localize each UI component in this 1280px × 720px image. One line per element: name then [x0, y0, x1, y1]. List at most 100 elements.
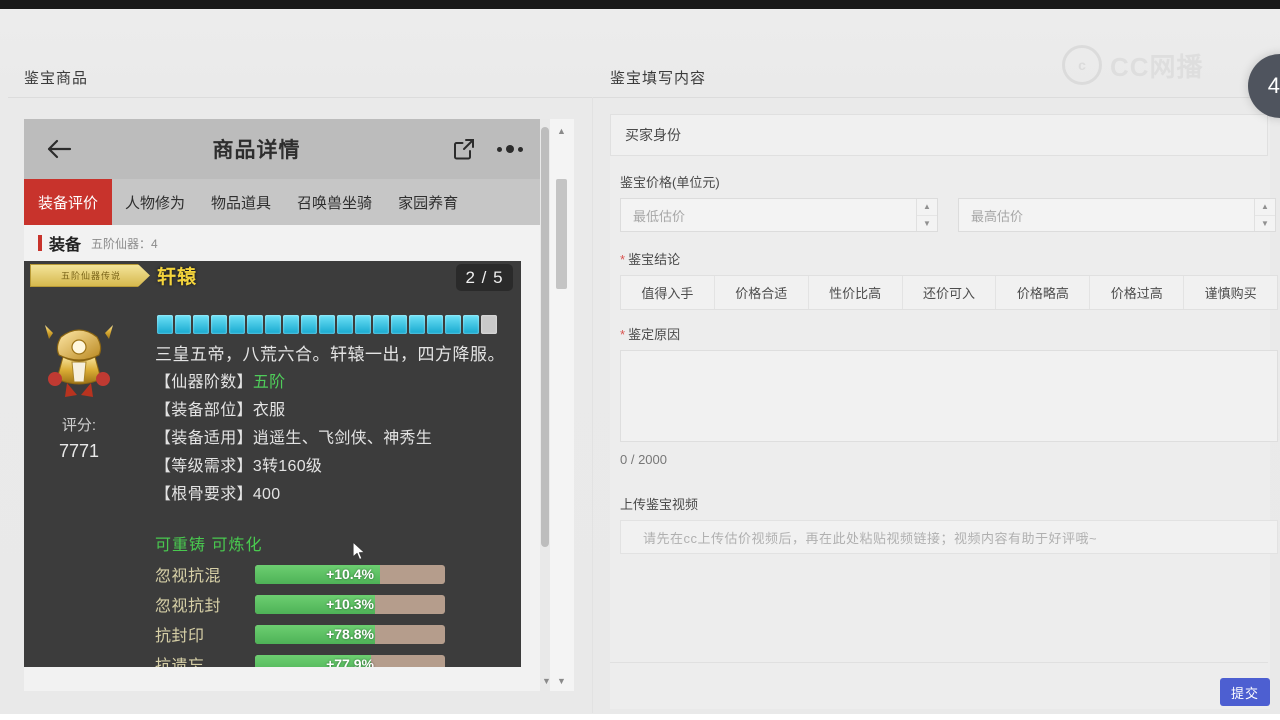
- tab-items-props[interactable]: 物品道具: [198, 179, 284, 225]
- item-score-value: 7771: [58, 441, 100, 461]
- cc-watermark: c CC网播: [1062, 45, 1204, 85]
- attribute-row: 【装备适用】逍遥生、飞剑侠、神秀生: [155, 425, 521, 453]
- video-letterbox-bottom: [0, 714, 1280, 720]
- segment: [247, 315, 263, 334]
- equipment-section-header: 装备 五阶仙器：4: [24, 225, 543, 261]
- outer-scrollbar-thumb[interactable]: [556, 179, 567, 289]
- cc-watermark-text: CC网播: [1110, 51, 1204, 82]
- tab-pets-mounts[interactable]: 召唤兽坐骑: [284, 179, 385, 225]
- attribute-row: 【仙器阶数】五阶: [155, 369, 521, 397]
- category-tabs: 装备评价 人物修为 物品道具 召唤兽坐骑 家园养育: [24, 179, 543, 225]
- stat-bar: +10.3%: [255, 594, 445, 614]
- video-url-input[interactable]: 请先在cc上传估价视频后，再在此处粘贴视频链接；视频内容有助于好评哦~: [620, 520, 1278, 554]
- rank-banner: 五阶仙器传说: [30, 264, 150, 287]
- segment: [211, 315, 227, 334]
- attribute-row: 【装备部位】衣服: [155, 397, 521, 425]
- mouse-cursor-icon: [352, 541, 366, 561]
- segment: [175, 315, 191, 334]
- segment-empty: [481, 315, 497, 334]
- conclusion-option-worth-buying[interactable]: 值得入手: [621, 276, 715, 309]
- tab-equipment-review[interactable]: 装备评价: [24, 179, 113, 225]
- stat-value: +78.8%: [326, 626, 374, 642]
- product-detail-preview: 商品详情 装备评价 人物修为 物品道具 召唤兽坐骑 家园养育 装备 五阶仙器：4…: [24, 119, 543, 691]
- item-stat-list: 忽视抗混 +10.4% 忽视抗封 +10.3% 抗封印 +78.8% 抗遗忘 +…: [155, 559, 515, 667]
- segment: [229, 315, 245, 334]
- conclusion-field-group: 鉴宝结论 值得入手 价格合适 性价比高 还价可入 价格略高 价格过高 谨慎购买: [620, 249, 1278, 310]
- item-attributes: 【仙器阶数】五阶 【装备部位】衣服 【装备适用】逍遥生、飞剑侠、神秀生 【等级需…: [155, 369, 521, 509]
- segment: [373, 315, 389, 334]
- header-divider: [8, 97, 1270, 98]
- attribute-value: 400: [252, 486, 281, 503]
- conclusion-option-slightly-high[interactable]: 价格略高: [996, 276, 1091, 309]
- attribute-key: 【装备适用】: [155, 430, 253, 447]
- inner-scroll-down-arrow-icon[interactable]: ▼: [541, 675, 552, 686]
- attribute-key: 【装备部位】: [155, 402, 253, 419]
- tab-homestead[interactable]: 家园养育: [385, 179, 471, 225]
- segment: [463, 315, 479, 334]
- stepper-up-icon[interactable]: ▲: [917, 199, 937, 216]
- min-price-input[interactable]: 最低估价 ▲ ▼: [620, 198, 938, 232]
- share-external-icon[interactable]: [449, 134, 479, 164]
- conclusion-option-fair-price[interactable]: 价格合适: [715, 276, 809, 309]
- segment: [445, 315, 461, 334]
- reason-field-group: 鉴定原因 0 / 2000: [620, 324, 1278, 467]
- phone-navbar: 商品详情: [24, 119, 543, 179]
- stepper-up-icon[interactable]: ▲: [1255, 199, 1275, 216]
- buyer-identity-field[interactable]: 买家身份: [610, 114, 1268, 156]
- stat-row: 抗遗忘 +77.9%: [155, 649, 515, 667]
- min-price-placeholder: 最低估价: [633, 208, 686, 224]
- price-label: 鉴宝价格(单位元): [620, 175, 720, 190]
- conclusion-option-buy-carefully[interactable]: 谨慎购买: [1184, 276, 1277, 309]
- appraisal-form: 买家身份 鉴宝价格(单位元) 最低估价 ▲ ▼ 最高估价 ▲ ▼ * 鉴宝结论 …: [610, 114, 1278, 709]
- stat-row: 忽视抗混 +10.4%: [155, 559, 515, 589]
- max-price-stepper[interactable]: ▲ ▼: [1254, 199, 1275, 231]
- conclusion-option-negotiable[interactable]: 还价可入: [903, 276, 997, 309]
- stepper-down-icon[interactable]: ▼: [917, 216, 937, 232]
- item-description: 三皇五帝，八荒六合。轩辕一出，四方降服。: [155, 345, 505, 364]
- attribute-value: 五阶: [252, 374, 286, 391]
- max-price-input[interactable]: 最高估价 ▲ ▼: [958, 198, 1276, 232]
- stat-name: 抗遗忘: [155, 658, 205, 667]
- segment: [391, 315, 407, 334]
- conclusion-option-too-high[interactable]: 价格过高: [1090, 276, 1185, 309]
- stepper-down-icon[interactable]: ▼: [1255, 216, 1275, 232]
- attribute-value: 逍遥生、飞剑侠、神秀生: [252, 430, 433, 447]
- tab-character-cultivation[interactable]: 人物修为: [112, 179, 198, 225]
- attribute-key: 【根骨要求】: [155, 486, 253, 503]
- scroll-up-arrow-icon[interactable]: ▲: [556, 125, 567, 136]
- attribute-row: 【根骨要求】400: [155, 481, 521, 509]
- segment: [427, 315, 443, 334]
- item-score-label: 评分:: [61, 417, 97, 434]
- equipment-card[interactable]: 五阶仙器传说 轩辕 2 / 5 评分: 7771 三皇五帝，八荒六合。轩辕一出，…: [24, 261, 521, 667]
- more-dot-2: [506, 145, 514, 153]
- conclusion-options: 值得入手 价格合适 性价比高 还价可入 价格略高 价格过高 谨慎购买: [620, 275, 1278, 310]
- conclusion-option-good-value[interactable]: 性价比高: [809, 276, 903, 309]
- stat-name: 抗封印: [155, 628, 205, 645]
- section-accent-bar: [38, 235, 42, 251]
- stat-value: +77.9%: [326, 656, 374, 667]
- stat-row: 抗封印 +78.8%: [155, 619, 515, 649]
- more-dots-icon[interactable]: [497, 145, 523, 153]
- video-url-placeholder: 请先在cc上传估价视频后，再在此处粘贴视频链接；视频内容有助于好评哦~: [643, 530, 1098, 546]
- price-field-group: 鉴宝价格(单位元) 最低估价 ▲ ▼ 最高估价 ▲ ▼: [620, 172, 1276, 232]
- reason-textarea[interactable]: [620, 350, 1278, 442]
- inner-scrollbar-thumb[interactable]: [541, 127, 549, 547]
- more-dot-3: [518, 146, 523, 152]
- attribute-value: 衣服: [252, 402, 286, 419]
- segment: [301, 315, 317, 334]
- item-name: 轩辕: [157, 267, 198, 288]
- section-title: 装备: [49, 237, 82, 254]
- stat-bar: +77.9%: [255, 654, 445, 667]
- item-body: 评分: 7771 三皇五帝，八荒六合。轩辕一出，四方降服。 【仙器阶数】五阶 【…: [24, 289, 521, 667]
- segment: [409, 315, 425, 334]
- submit-button[interactable]: 提交: [1220, 678, 1270, 706]
- stat-row: 忽视抗封 +10.3%: [155, 589, 515, 619]
- segment: [355, 315, 371, 334]
- min-price-stepper[interactable]: ▲ ▼: [916, 199, 937, 231]
- column-divider: [592, 97, 593, 713]
- segment: [319, 315, 335, 334]
- segment: [193, 315, 209, 334]
- outer-scroll-down-arrow-icon[interactable]: ▼: [556, 675, 567, 686]
- attribute-value: 3转160级: [252, 458, 323, 475]
- item-name-row: 五阶仙器传说 轩辕 2 / 5: [24, 261, 521, 291]
